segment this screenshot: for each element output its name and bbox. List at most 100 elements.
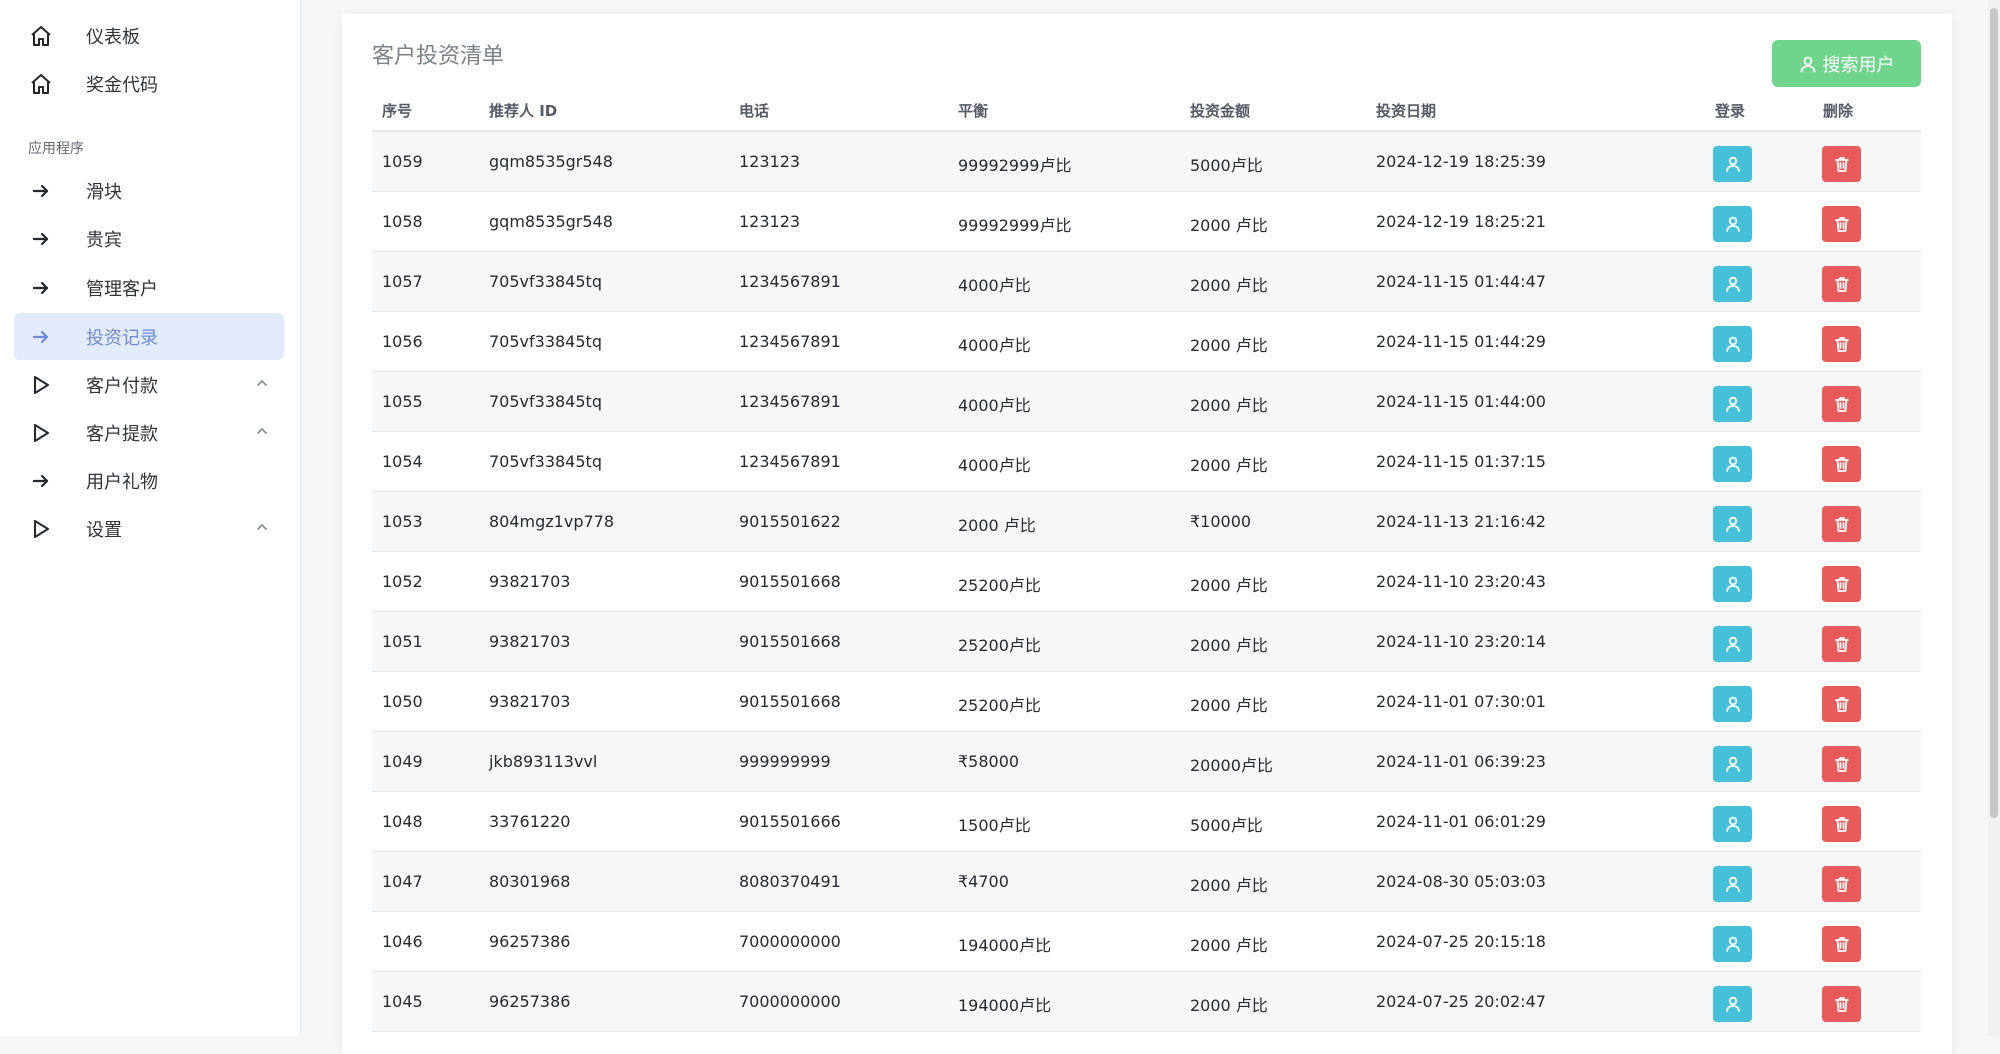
- delete-button[interactable]: [1822, 806, 1861, 842]
- delete-button[interactable]: [1822, 266, 1861, 302]
- login-user-button[interactable]: [1713, 326, 1752, 362]
- table-row: 1058gqm8535gr54812312399992999卢比2000 卢比2…: [372, 192, 1921, 252]
- table-row: 1045962573867000000000194000卢比2000 卢比202…: [372, 972, 1921, 1032]
- sidebar-item-investment-records[interactable]: 投资记录: [14, 313, 284, 360]
- login-user-button[interactable]: [1713, 986, 1752, 1022]
- cell-phone: 1234567891: [739, 452, 841, 471]
- column-header: 序号: [382, 100, 412, 121]
- cell-phone: 123123: [739, 152, 800, 171]
- login-user-button[interactable]: [1713, 926, 1752, 962]
- delete-button[interactable]: [1822, 866, 1861, 902]
- login-user-button[interactable]: [1713, 206, 1752, 242]
- cell-investment-date: 2024-11-10 23:20:14: [1376, 632, 1546, 651]
- cell-phone: 7000000000: [739, 992, 841, 1011]
- cell-referrer-id: 93821703: [489, 632, 570, 651]
- sidebar-item-customer-payments[interactable]: 客户付款: [14, 361, 284, 408]
- chevron-up-icon[interactable]: [254, 519, 270, 535]
- sidebar-item-bonus-code[interactable]: 奖金代码: [14, 60, 284, 107]
- login-user-button[interactable]: [1713, 266, 1752, 302]
- cell-investment-date: 2024-07-25 20:15:18: [1376, 932, 1546, 951]
- sidebar-item-vip[interactable]: 贵宾: [14, 215, 284, 262]
- table-row: 10483376122090155016661500卢比5000卢比2024-1…: [372, 792, 1921, 852]
- cell-phone: 9015501622: [739, 512, 841, 531]
- cell-referrer-id: 93821703: [489, 692, 570, 711]
- cell-investment-date: 2024-12-19 18:25:21: [1376, 212, 1546, 231]
- sidebar-item-customer-withdrawals[interactable]: 客户提款: [14, 409, 284, 456]
- search-user-button[interactable]: 搜索用户: [1772, 40, 1921, 87]
- login-user-button[interactable]: [1713, 746, 1752, 782]
- trash-icon: [1833, 935, 1851, 953]
- page-scrollbar[interactable]: [1988, 0, 2000, 1036]
- sidebar-item-label: 客户提款: [86, 420, 158, 446]
- delete-button[interactable]: [1822, 386, 1861, 422]
- table-row: 1057705vf33845tq12345678914000卢比2000 卢比2…: [372, 252, 1921, 312]
- cell-serial: 1045: [382, 992, 423, 1011]
- table-row: 1049jkb893113vvl999999999₹5800020000卢比20…: [372, 732, 1921, 792]
- home-icon: [28, 23, 54, 49]
- cell-serial: 1046: [382, 932, 423, 951]
- trash-icon: [1833, 335, 1851, 353]
- delete-button[interactable]: [1822, 146, 1861, 182]
- arrow-right-icon: [28, 226, 54, 252]
- login-user-button[interactable]: [1713, 446, 1752, 482]
- sidebar-item-dashboard[interactable]: 仪表板: [14, 12, 284, 59]
- cell-investment-date: 2024-11-01 07:30:01: [1376, 692, 1546, 711]
- login-user-button[interactable]: [1713, 506, 1752, 542]
- sidebar-item-label: 滑块: [86, 178, 122, 204]
- user-icon: [1724, 515, 1742, 533]
- delete-button[interactable]: [1822, 566, 1861, 602]
- delete-button[interactable]: [1822, 206, 1861, 242]
- user-icon: [1724, 635, 1742, 653]
- cell-investment-amount: 2000 卢比: [1190, 932, 1268, 956]
- sidebar-item-slider[interactable]: 滑块: [14, 167, 284, 214]
- arrow-right-icon: [28, 275, 54, 301]
- trash-icon: [1833, 875, 1851, 893]
- column-header: 登录: [1715, 100, 1745, 121]
- column-header: 投资日期: [1376, 100, 1436, 121]
- delete-button[interactable]: [1822, 926, 1861, 962]
- user-icon: [1724, 575, 1742, 593]
- chevron-up-icon[interactable]: [254, 375, 270, 391]
- delete-button[interactable]: [1822, 326, 1861, 362]
- cell-referrer-id: jkb893113vvl: [489, 752, 597, 771]
- delete-button[interactable]: [1822, 446, 1861, 482]
- delete-button[interactable]: [1822, 626, 1861, 662]
- cell-balance: 4000卢比: [958, 392, 1031, 416]
- cell-referrer-id: gqm8535gr548: [489, 212, 613, 231]
- login-user-button[interactable]: [1713, 806, 1752, 842]
- cell-investment-date: 2024-11-01 06:01:29: [1376, 812, 1546, 831]
- cell-investment-date: 2024-11-15 01:44:29: [1376, 332, 1546, 351]
- cell-investment-amount: 2000 卢比: [1190, 212, 1268, 236]
- page-title: 客户投资清单: [372, 38, 504, 70]
- cell-serial: 1054: [382, 452, 423, 471]
- table-row: 1046962573867000000000194000卢比2000 卢比202…: [372, 912, 1921, 972]
- trash-icon: [1833, 395, 1851, 413]
- login-user-button[interactable]: [1713, 686, 1752, 722]
- delete-button[interactable]: [1822, 746, 1861, 782]
- sidebar-item-label: 设置: [86, 516, 122, 542]
- login-user-button[interactable]: [1713, 866, 1752, 902]
- delete-button[interactable]: [1822, 506, 1861, 542]
- login-user-button[interactable]: [1713, 566, 1752, 602]
- scrollbar-thumb[interactable]: [1990, 8, 1998, 818]
- cell-balance: ₹4700: [958, 872, 1009, 891]
- login-user-button[interactable]: [1713, 386, 1752, 422]
- chevron-up-icon[interactable]: [254, 423, 270, 439]
- cell-investment-date: 2024-11-10 23:20:43: [1376, 572, 1546, 591]
- play-icon: [28, 516, 54, 542]
- cell-serial: 1057: [382, 272, 423, 291]
- login-user-button[interactable]: [1713, 626, 1752, 662]
- cell-balance: 2000 卢比: [958, 512, 1036, 536]
- sidebar-item-settings[interactable]: 设置: [14, 505, 284, 552]
- login-user-button[interactable]: [1713, 146, 1752, 182]
- cell-investment-date: 2024-08-30 05:03:03: [1376, 872, 1546, 891]
- table-header: 序号 推荐人 ID 电话 平衡 投资金额 投资日期 登录 删除: [372, 92, 1921, 132]
- delete-button[interactable]: [1822, 986, 1861, 1022]
- delete-button[interactable]: [1822, 686, 1861, 722]
- sidebar: 仪表板 奖金代码 应用程序 滑块 贵宾 管理客户 投资记录 客户付款: [0, 0, 301, 1036]
- cell-phone: 123123: [739, 212, 800, 231]
- user-icon: [1724, 275, 1742, 293]
- sidebar-item-user-gifts[interactable]: 用户礼物: [14, 457, 284, 504]
- user-icon: [1724, 335, 1742, 353]
- sidebar-item-manage-customers[interactable]: 管理客户: [14, 264, 284, 311]
